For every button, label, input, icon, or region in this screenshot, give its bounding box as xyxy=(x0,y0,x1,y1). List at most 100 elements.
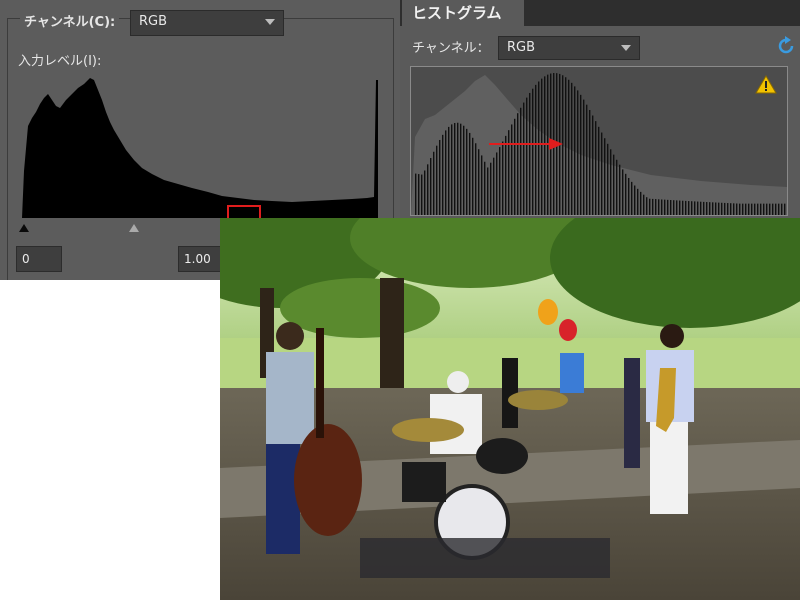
histogram-bar xyxy=(739,203,741,215)
histogram-graph xyxy=(411,73,787,215)
histogram-bar xyxy=(652,198,654,215)
histogram-bar xyxy=(781,203,783,215)
chevron-down-icon xyxy=(265,19,275,25)
histogram-bar xyxy=(433,151,435,215)
histogram-bar xyxy=(415,173,417,215)
histogram-bar xyxy=(580,94,582,215)
histogram-bar xyxy=(469,132,471,215)
histogram-bar xyxy=(583,99,585,215)
ride-cymbal xyxy=(508,390,568,410)
histogram-bar xyxy=(730,203,732,215)
saxophonist-head xyxy=(660,324,684,348)
channel-dropdown[interactable]: RGB xyxy=(130,10,284,36)
histogram-bar xyxy=(760,203,762,215)
histogram-bar xyxy=(664,199,666,215)
histogram-bar xyxy=(643,194,645,215)
black-point-slider-icon[interactable] xyxy=(19,224,29,232)
warning-icon[interactable] xyxy=(755,75,777,94)
histogram-tab-bar: ヒストグラム xyxy=(400,0,800,26)
histogram-bar xyxy=(529,92,531,215)
double-bass-neck xyxy=(316,328,324,438)
histogram-bar xyxy=(742,203,744,215)
histogram-bar xyxy=(502,141,504,215)
person-blue-shirt xyxy=(560,353,584,393)
histogram-bar xyxy=(517,113,519,215)
tab-histogram[interactable]: ヒストグラム xyxy=(402,0,524,26)
channel-label: チャンネル(C): xyxy=(20,11,120,30)
red-arrow-icon xyxy=(489,138,563,150)
person-black xyxy=(502,358,518,428)
histogram-bar xyxy=(745,203,747,215)
histogram-bar xyxy=(676,200,678,215)
refresh-icon[interactable] xyxy=(776,36,796,56)
gamma-input-field[interactable]: 1.00 xyxy=(178,246,222,272)
histogram-bar xyxy=(568,79,570,215)
drummer-head xyxy=(447,371,469,393)
histogram-bar xyxy=(706,202,708,215)
histogram-bar xyxy=(721,202,723,215)
histogram-bar xyxy=(604,138,606,215)
histogram-bar xyxy=(601,132,603,215)
histogram-bar xyxy=(463,125,465,215)
histogram-bar xyxy=(655,199,657,215)
histogram-bar xyxy=(496,152,498,215)
histogram-bar xyxy=(478,149,480,215)
histogram-bar xyxy=(481,155,483,215)
histogram-bar xyxy=(766,203,768,215)
orange-balloon xyxy=(538,299,558,325)
histogram-bar xyxy=(694,201,696,215)
histogram-bar xyxy=(763,203,765,215)
black-input-field[interactable]: 0 xyxy=(16,246,62,272)
histogram-bar xyxy=(667,199,669,215)
histogram-bar xyxy=(595,121,597,215)
histogram-bar xyxy=(472,137,474,215)
histogram-bar xyxy=(658,199,660,215)
histogram-bar xyxy=(454,122,456,215)
histogram-bar xyxy=(577,90,579,215)
histogram-bar xyxy=(448,126,450,215)
histogram-bar xyxy=(439,139,441,215)
histogram-bar xyxy=(613,154,615,215)
input-levels-label: 入力レベル(I): xyxy=(18,54,102,69)
midtone-slider-icon[interactable] xyxy=(129,224,139,232)
snare-drum xyxy=(476,438,528,474)
histogram-bar xyxy=(466,128,468,215)
histogram-bar xyxy=(499,147,501,215)
histogram-bar xyxy=(724,202,726,215)
saxophonist-legs xyxy=(650,422,688,514)
histogram-bar xyxy=(769,203,771,215)
drum-rug xyxy=(360,538,610,578)
red-balloon xyxy=(559,319,577,341)
histogram-bar xyxy=(619,164,621,215)
histogram-bar xyxy=(421,174,423,215)
histogram-bar xyxy=(457,122,459,215)
histogram-bar xyxy=(772,203,774,215)
histogram-bar xyxy=(484,161,486,215)
histogram-bar xyxy=(520,107,522,215)
histogram-channel-label: チャンネル： xyxy=(412,41,490,56)
histogram-bar xyxy=(754,203,756,215)
histogram-bar xyxy=(616,159,618,215)
histogram-bar xyxy=(748,203,750,215)
histogram-bar xyxy=(589,110,591,215)
histogram-bar xyxy=(445,130,447,215)
histogram-bar xyxy=(646,197,648,215)
histogram-bar xyxy=(430,158,432,215)
histogram-bar xyxy=(598,126,600,215)
histogram-channel-dropdown[interactable]: RGB xyxy=(498,36,640,60)
histogram-bar xyxy=(661,199,663,215)
histogram-bar xyxy=(700,201,702,215)
histogram-bar xyxy=(532,88,534,215)
histogram-bar xyxy=(784,203,786,215)
street-jazz-band-photo xyxy=(220,218,800,600)
histogram-bar xyxy=(628,177,630,215)
histogram-bar xyxy=(565,77,567,215)
histogram-bar xyxy=(610,149,612,215)
histogram-bar xyxy=(592,115,594,215)
cymbal xyxy=(392,418,464,442)
histogram-bar xyxy=(625,173,627,215)
histogram-channel-value: RGB xyxy=(507,40,536,55)
histogram-bar xyxy=(637,188,639,215)
histogram-bar xyxy=(712,202,714,215)
floor-tom xyxy=(402,462,446,502)
